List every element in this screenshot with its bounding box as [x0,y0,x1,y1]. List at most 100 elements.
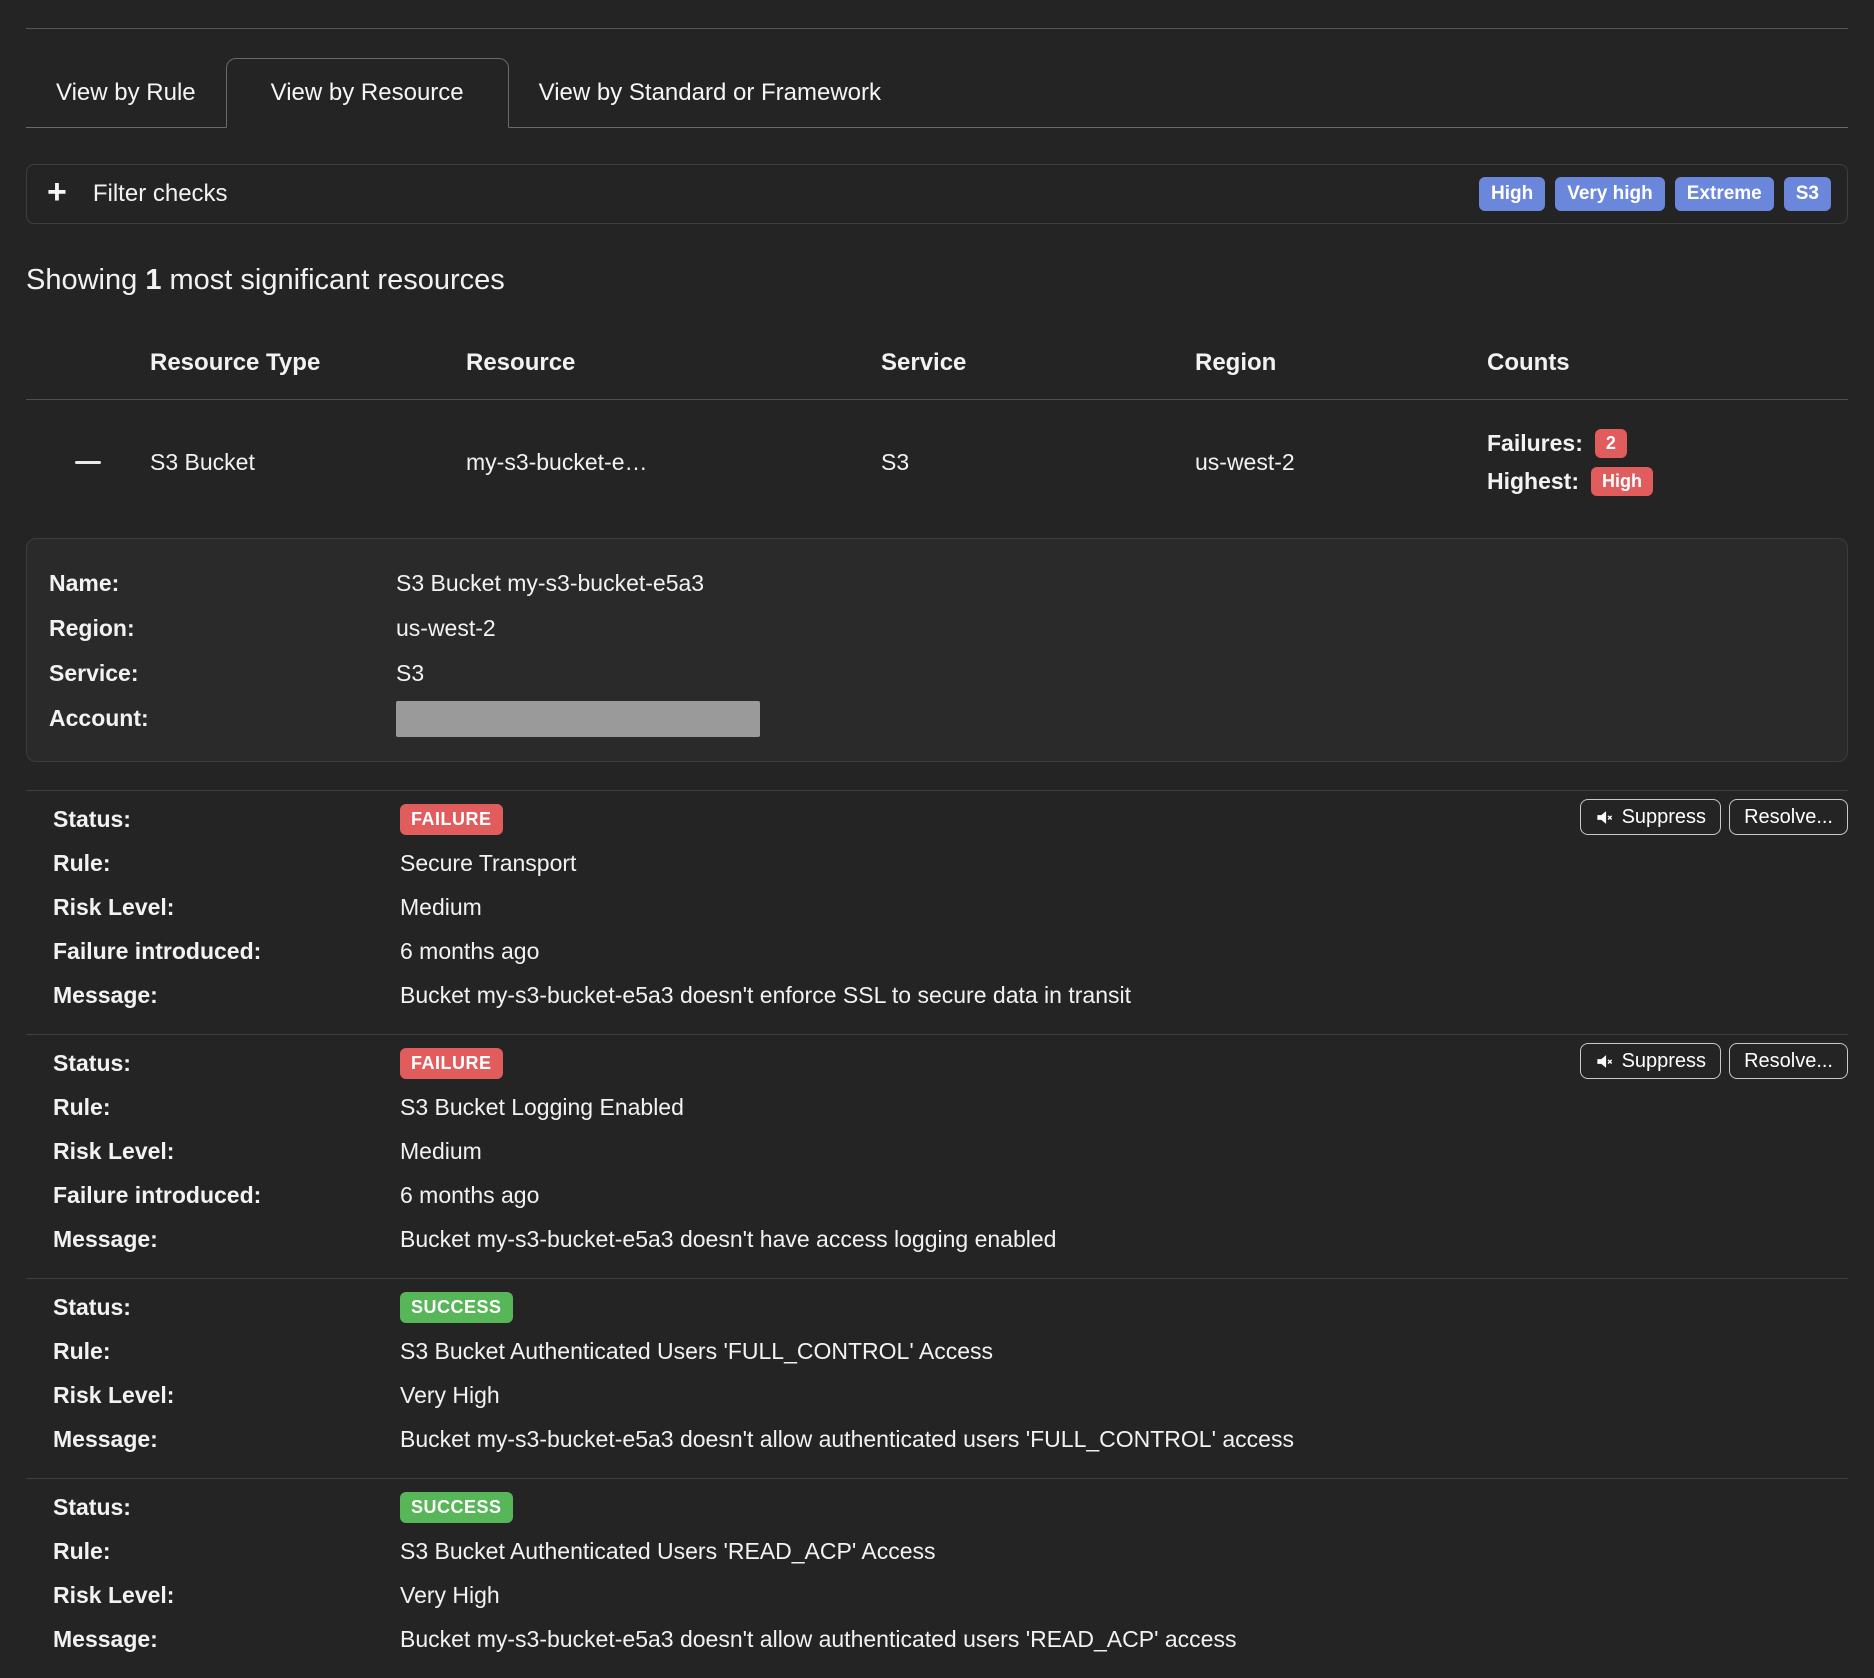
resource-details-panel: Name: S3 Bucket my-s3-bucket-e5a3 Region… [26,538,1848,762]
summary-count: 1 [145,264,161,296]
service-label: Service: [49,651,396,696]
account-label: Account: [49,696,396,741]
message-label: Message: [53,1626,400,1653]
failures-count-line: Failures: 2 [1487,429,1848,458]
tab-view-by-standard[interactable]: View by Standard or Framework [509,58,911,127]
risk-level-value: Very High [400,1582,500,1609]
filter-checks-label: Filter checks [93,180,228,208]
mute-icon [1595,808,1614,827]
filter-checks-bar[interactable]: + Filter checks High Very high Extreme S… [26,164,1848,224]
highest-risk-badge: High [1591,467,1653,496]
rule-label: Rule: [53,1338,400,1365]
view-tabs: View by Rule View by Resource View by St… [26,58,1848,128]
failure-introduced-row: Failure introduced: 6 months ago [53,1173,1848,1217]
detail-row-account: Account: [49,696,1825,741]
cell-service: S3 [881,449,1195,476]
table-row: S3 Bucket my-s3-bucket-e… S3 us-west-2 F… [26,400,1848,524]
risk-level-label: Risk Level: [53,1138,400,1165]
message-row: Message: Bucket my-s3-bucket-e5a3 doesn'… [53,973,1848,1017]
highest-label: Highest: [1487,468,1579,495]
add-filter-icon: + [47,175,67,209]
message-row: Message: Bucket my-s3-bucket-e5a3 doesn'… [53,1217,1848,1261]
failure-introduced-row: Failure introduced: 6 months ago [53,929,1848,973]
summary-suffix: most significant resources [161,264,504,296]
detail-row-service: Service: S3 [49,651,1825,696]
risk-level-row: Risk Level: Very High [53,1573,1848,1617]
risk-level-label: Risk Level: [53,1582,400,1609]
status-label: Status: [53,1494,400,1521]
rule-label: Rule: [53,1094,400,1121]
message-value: Bucket my-s3-bucket-e5a3 doesn't enforce… [400,982,1131,1009]
top-divider [26,28,1848,29]
suppress-button-label: Suppress [1622,1050,1707,1073]
filter-badge-very-high[interactable]: Very high [1555,177,1665,211]
mute-icon [1595,1052,1614,1071]
risk-level-row: Risk Level: Medium [53,1129,1848,1173]
suppress-button-label: Suppress [1622,806,1707,829]
table-header-row: Resource Type Resource Service Region Co… [26,297,1848,399]
detail-row-region: Region: us-west-2 [49,606,1825,651]
column-header-counts: Counts [1487,349,1848,377]
resolve-button[interactable]: Resolve... [1729,1043,1848,1079]
status-badge-success: SUCCESS [400,1492,513,1523]
filter-badge-s3[interactable]: S3 [1784,177,1831,211]
risk-level-value: Medium [400,1138,482,1165]
suppress-button[interactable]: Suppress [1580,799,1722,835]
filter-badge-extreme[interactable]: Extreme [1675,177,1774,211]
status-badge-failure: FAILURE [400,1048,503,1079]
region-value: us-west-2 [396,606,496,651]
detail-row-name: Name: S3 Bucket my-s3-bucket-e5a3 [49,561,1825,606]
tab-view-by-resource[interactable]: View by Resource [226,58,509,128]
rule-row: Rule: S3 Bucket Authenticated Users 'REA… [53,1529,1848,1573]
name-label: Name: [49,561,396,606]
rule-value: S3 Bucket Authenticated Users 'READ_ACP'… [400,1538,935,1565]
rule-value: Secure Transport [400,850,576,877]
cell-counts: Failures: 2 Highest: High [1487,429,1848,496]
check-section-logging-enabled: Status: FAILURE Suppress Resolve... Rule… [26,1034,1848,1278]
check-section-read-acp: Status: SUCCESS Rule: S3 Bucket Authenti… [26,1478,1848,1678]
failure-introduced-value: 6 months ago [400,1182,539,1209]
cell-resource-type: S3 Bucket [150,449,466,476]
failures-count-badge: 2 [1595,429,1627,458]
rule-label: Rule: [53,850,400,877]
column-header-service: Service [881,349,1195,377]
message-label: Message: [53,1226,400,1253]
filter-badge-high[interactable]: High [1479,177,1545,211]
message-value: Bucket my-s3-bucket-e5a3 doesn't have ac… [400,1226,1056,1253]
message-label: Message: [53,982,400,1009]
risk-level-value: Medium [400,894,482,921]
message-value: Bucket my-s3-bucket-e5a3 doesn't allow a… [400,1626,1236,1653]
message-label: Message: [53,1426,400,1453]
summary-prefix: Showing [26,264,145,296]
row-toggle-cell [26,461,150,464]
suppress-button[interactable]: Suppress [1580,1043,1722,1079]
region-label: Region: [49,606,396,651]
failures-label: Failures: [1487,430,1583,457]
rule-value: S3 Bucket Logging Enabled [400,1094,684,1121]
check-actions: Suppress Resolve... [1580,1043,1848,1079]
rule-row: Rule: Secure Transport [53,841,1848,885]
compliance-view-page: View by Rule View by Resource View by St… [0,28,1874,1678]
message-row: Message: Bucket my-s3-bucket-e5a3 doesn'… [53,1417,1848,1461]
rule-label: Rule: [53,1538,400,1565]
status-label: Status: [53,1294,400,1321]
rule-value: S3 Bucket Authenticated Users 'FULL_CONT… [400,1338,993,1365]
risk-level-label: Risk Level: [53,1382,400,1409]
tab-view-by-rule[interactable]: View by Rule [26,58,226,127]
message-row: Message: Bucket my-s3-bucket-e5a3 doesn'… [53,1617,1848,1661]
resolve-button-label: Resolve... [1744,806,1833,829]
column-header-resource: Resource [466,349,881,377]
check-section-full-control: Status: SUCCESS Rule: S3 Bucket Authenti… [26,1278,1848,1478]
resolve-button[interactable]: Resolve... [1729,799,1848,835]
resolve-button-label: Resolve... [1744,1050,1833,1073]
active-filter-badges: High Very high Extreme S3 [1479,177,1831,211]
status-badge-failure: FAILURE [400,804,503,835]
check-section-secure-transport: Status: FAILURE Suppress Resolve... Rule… [26,790,1848,1034]
risk-level-row: Risk Level: Very High [53,1373,1848,1417]
collapse-row-icon[interactable] [75,461,101,464]
results-summary: Showing 1 most significant resources [26,264,1848,297]
status-label: Status: [53,806,400,833]
cell-resource: my-s3-bucket-e… [466,449,881,476]
service-value: S3 [396,651,424,696]
status-row: Status: SUCCESS [53,1285,1848,1329]
